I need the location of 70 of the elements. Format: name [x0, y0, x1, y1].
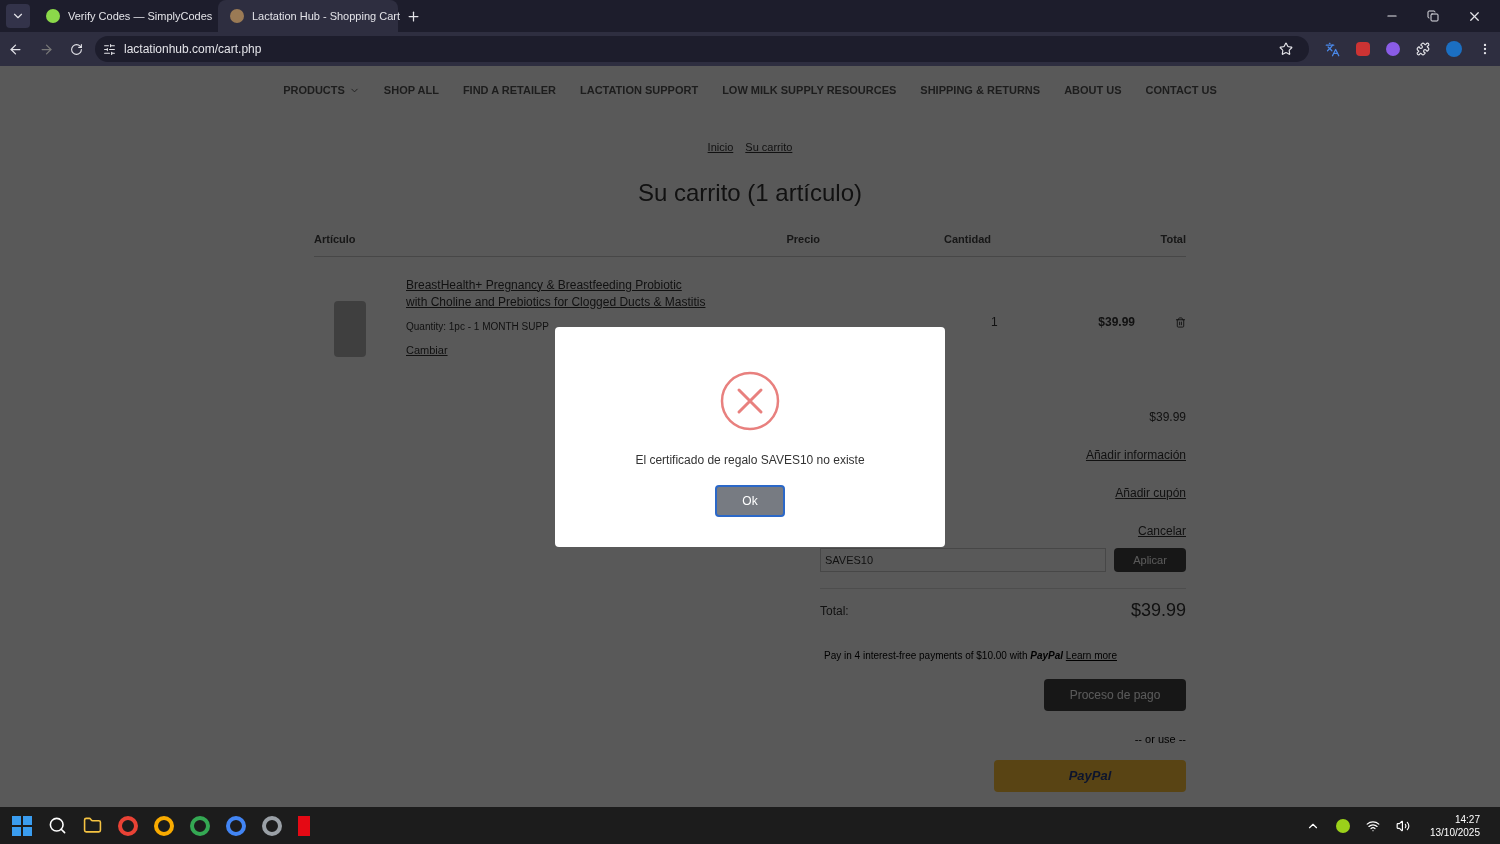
restore-icon[interactable]	[1427, 10, 1439, 22]
browser-tab[interactable]: Lactation Hub - Shopping Cart	[218, 0, 398, 32]
total-label: Total:	[820, 602, 849, 620]
paypal-installments-text: Pay in 4 interest-free payments of $10.00 with PayPal Learn more	[824, 649, 1118, 663]
wifi-icon[interactable]	[1365, 818, 1380, 833]
back-icon[interactable]	[8, 41, 23, 57]
nav-link[interactable]: LOW MILK SUPPLY RESOURCES	[722, 82, 897, 99]
nav-link[interactable]: PRODUCTS	[283, 82, 360, 99]
forward-icon[interactable]	[39, 41, 54, 57]
nav-link[interactable]: SHOP ALL	[383, 82, 439, 99]
column-header: Total	[1159, 232, 1186, 247]
address-bar[interactable]: lactationhub.com/cart.php	[95, 36, 1309, 62]
quantity-value: 1	[991, 313, 998, 331]
nav-link[interactable]: SHIPPING & RETURNS	[920, 82, 1041, 99]
add-coupon-link[interactable]: Añadir cupón	[1115, 484, 1186, 502]
dialog-message: El certificado de regalo SAVES10 no existe	[635, 452, 865, 469]
new-tab-icon[interactable]	[406, 8, 421, 24]
product-photo-placeholder	[334, 300, 366, 357]
browser-icon[interactable]	[262, 815, 282, 836]
checkout-button[interactable]: Proceso de pago	[1044, 679, 1186, 711]
ok-button[interactable]: Ok	[715, 485, 785, 517]
site-icon	[46, 9, 60, 23]
start-icon[interactable]	[12, 815, 32, 836]
nav-link[interactable]: ABOUT US	[1064, 82, 1122, 99]
bookmark-icon[interactable]	[1279, 42, 1293, 56]
clock-time[interactable]: 14:27	[1454, 812, 1480, 826]
total-value: $39.99	[1130, 599, 1186, 622]
gift-code-field[interactable]: SAVES10	[820, 548, 1106, 572]
nav-link[interactable]: LACTATION SUPPORT	[579, 82, 699, 99]
tray-app-icon[interactable]	[1335, 818, 1350, 833]
cancel-link[interactable]: Cancelar	[1137, 522, 1186, 540]
or-use-text: -- or use --	[1134, 732, 1186, 747]
subtotal-value: $39.99	[1149, 409, 1186, 426]
tab-list-button[interactable]	[6, 4, 30, 28]
browser-icon[interactable]	[226, 815, 246, 836]
learn-more-link[interactable]: Learn more	[1065, 650, 1117, 661]
nav-link[interactable]: CONTACT US	[1145, 82, 1217, 99]
tab-title: Lactation Hub - Shopping Cart	[252, 8, 400, 24]
reload-icon[interactable]	[70, 42, 83, 56]
browser-icon[interactable]	[154, 815, 174, 836]
add-info-link[interactable]: Añadir información	[1085, 446, 1186, 464]
product-link[interactable]: BreastHealth+ Pregnancy & Breastfeeding Probiotic with Choline and Prebiotics for Clogged Ducts & Mastitis	[406, 276, 706, 311]
error-icon	[720, 371, 780, 431]
column-header: Precio	[785, 232, 822, 247]
page-heading: Su carrito (1 artículo)	[636, 178, 864, 208]
browser-icon[interactable]	[190, 815, 210, 836]
paypal-button[interactable]: PayPal	[994, 759, 1186, 792]
product-option: Quantity: 1pc - 1 MONTH SUPP	[406, 318, 706, 334]
search-icon[interactable]	[48, 816, 67, 835]
extensions-icon[interactable]	[1416, 42, 1430, 56]
site-settings-icon[interactable]	[103, 42, 116, 56]
extension-icon[interactable]	[1386, 42, 1400, 56]
translate-icon[interactable]	[1325, 41, 1340, 57]
site-icon	[230, 9, 244, 23]
volume-icon[interactable]	[1395, 818, 1410, 833]
column-header: Cantidad	[942, 232, 993, 247]
breadcrumb-link[interactable]: Inicio	[707, 138, 734, 155]
browser-icon[interactable]	[118, 815, 138, 836]
profile-avatar[interactable]	[1446, 41, 1462, 57]
row-total: $39.99	[1098, 313, 1135, 331]
column-header: Artículo	[314, 232, 357, 247]
app-icon[interactable]	[298, 815, 310, 836]
apply-button[interactable]: Aplicar	[1114, 548, 1186, 572]
folder-icon[interactable]	[83, 816, 102, 835]
remove-icon[interactable]	[1175, 316, 1186, 328]
nav-link[interactable]: FIND A RETAILER	[462, 82, 556, 99]
url-text: lactationhub.com/cart.php	[124, 41, 262, 58]
tab-title: Verify Codes — SimplyCodes	[68, 8, 213, 24]
breadcrumb-link[interactable]: Su carrito	[745, 138, 793, 155]
clock-date[interactable]: 13/10/2025	[1429, 825, 1480, 839]
